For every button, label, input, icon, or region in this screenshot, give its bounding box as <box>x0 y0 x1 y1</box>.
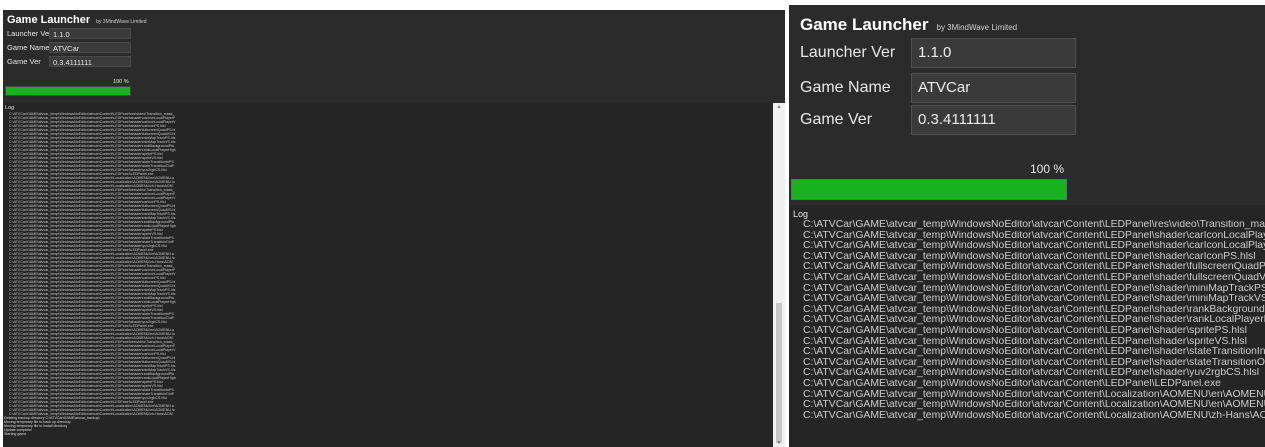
log-line: C:\ATVCar\GAME\atvcar_temp\WindowsNoEdit… <box>803 294 1265 305</box>
log-lines: C:\ATVCar\GAME\atvcar_temp\WindowsNoEdit… <box>789 220 1265 421</box>
game-name-label: Game Name <box>7 43 50 52</box>
progress-fill <box>792 180 1066 199</box>
log-line: C:\ATVCar\GAME\atvcar_temp\WindowsNoEdit… <box>803 241 1265 252</box>
progress-percent: 100 % <box>1030 162 1065 176</box>
log-line: C:\ATVCar\GAME\atvcar_temp\WindowsNoEdit… <box>803 325 1247 336</box>
scroll-down-icon[interactable]: ▼ <box>773 440 785 446</box>
log-panel[interactable]: Log C:\ATVCar\GAME\atvcar_temp\WindowsNo… <box>3 103 773 447</box>
log-line: Starting game <box>4 432 27 436</box>
game-ver-field: 0.3.4111111 <box>49 56 131 67</box>
game-name-label: Game Name <box>800 79 891 96</box>
progress-bar <box>791 179 1067 200</box>
log-line: C:\ATVCar\GAME\atvcar_temp\WindowsNoEdit… <box>803 336 1247 347</box>
log-line: C:\ATVCar\GAME\atvcar_temp\WindowsNoEdit… <box>803 347 1265 358</box>
app-publisher: by 3MindWave Limited <box>96 19 147 25</box>
app-publisher: by 3MindWave Limited <box>936 23 1018 32</box>
log-label: Log <box>5 105 15 111</box>
log-lines: C:\ATVCar\GAME\atvcar_temp\WindowsNoEdit… <box>3 112 773 436</box>
game-ver-field: 0.3.4111111 <box>911 105 1076 135</box>
progress-bar <box>5 86 131 96</box>
scroll-up-icon[interactable]: ▲ <box>773 104 785 110</box>
launcher-ver-label: Launcher Ver <box>800 44 896 61</box>
log-line: C:\ATVCar\GAME\atvcar_temp\WindowsNoEdit… <box>803 315 1265 326</box>
game-name-field: ATVCar <box>49 42 131 53</box>
launcher-ver-label: Launcher Ver <box>7 29 52 38</box>
game-ver-label: Game Ver <box>7 57 41 66</box>
app-title: Game Launcher by 3MindWave Limited <box>7 14 147 26</box>
app-title-text: Game Launcher <box>7 14 91 26</box>
log-line: C:\ATVCar\GAME\atvcar_temp\WindowsNoEdit… <box>803 230 1265 241</box>
progress-fill <box>6 87 130 95</box>
launcher-header: Game Launcher by 3MindWave Limited Launch… <box>3 10 785 103</box>
log-line: C:\ATVCar\GAME\atvcar_temp\WindowsNoEdit… <box>803 410 1265 421</box>
log-line: C:\ATVCar\GAME\atvcar_temp\WindowsNoEdit… <box>803 283 1265 294</box>
log-line: C:\ATVCar\GAME\atvcar_temp\WindowsNoEdit… <box>803 400 1265 411</box>
scrollbar-thumb[interactable] <box>776 303 782 443</box>
app-title-text: Game Launcher <box>800 15 929 34</box>
launcher-window-small: Game Launcher by 3MindWave Limited Launch… <box>3 10 785 447</box>
game-name-field: ATVCar <box>911 73 1076 103</box>
progress-percent: 100 % <box>113 79 129 85</box>
log-line: C:\ATVCar\GAME\atvcar_temp\WindowsNoEdit… <box>803 368 1260 379</box>
launcher-ver-field: 1.1.0 <box>911 38 1076 68</box>
launcher-ver-field: 1.1.0 <box>49 28 131 39</box>
log-line: C:\ATVCar\GAME\atvcar_temp\WindowsNoEdit… <box>803 251 1256 262</box>
log-label: Log <box>793 209 809 219</box>
game-ver-label: Game Ver <box>800 111 873 128</box>
log-line: C:\ATVCar\GAME\atvcar_temp\WindowsNoEdit… <box>803 272 1265 283</box>
log-line: C:\ATVCar\GAME\atvcar_temp\WindowsNoEdit… <box>803 378 1221 389</box>
log-line: C:\ATVCar\GAME\atvcar_temp\WindowsNoEdit… <box>803 262 1265 273</box>
app-title: Game Launcher by 3MindWave Limited <box>800 15 1017 35</box>
log-line: C:\ATVCar\GAME\atvcar_temp\WindowsNoEdit… <box>803 357 1265 368</box>
log-line: C:\ATVCar\GAME\atvcar_temp\WindowsNoEdit… <box>803 389 1265 400</box>
log-panel[interactable]: Log C:\ATVCar\GAME\atvcar_temp\WindowsNo… <box>789 205 1265 447</box>
log-line: C:\ATVCar\GAME\atvcar_temp\WindowsNoEdit… <box>803 220 1265 230</box>
launcher-window-large: Game Launcher by 3MindWave Limited Launch… <box>789 5 1265 447</box>
log-line: C:\ATVCar\GAME\atvcar_temp\WindowsNoEdit… <box>803 304 1265 315</box>
log-scrollbar[interactable]: ▲ ▼ <box>773 103 785 447</box>
